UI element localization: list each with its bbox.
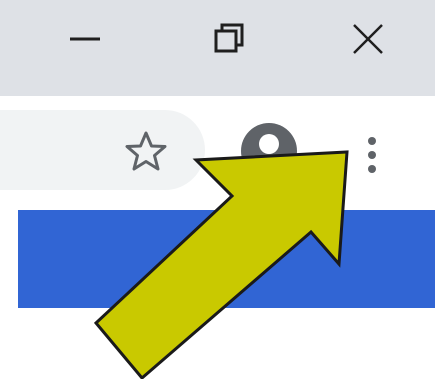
browser-toolbar <box>0 96 435 208</box>
close-button[interactable] <box>308 0 428 78</box>
close-icon <box>353 24 383 54</box>
minimize-button[interactable] <box>25 0 145 78</box>
restore-icon <box>214 23 244 53</box>
star-icon <box>125 131 167 171</box>
more-vert-icon <box>368 137 376 145</box>
profile-button[interactable] <box>238 120 300 182</box>
page-header-band <box>18 210 435 308</box>
minimize-icon <box>70 37 100 41</box>
profile-icon <box>241 123 297 179</box>
browser-menu-button[interactable] <box>350 120 394 190</box>
window-titlebar <box>0 0 435 96</box>
address-bar[interactable] <box>0 110 205 190</box>
restore-button[interactable] <box>168 0 288 78</box>
bookmark-star-button[interactable] <box>122 128 170 176</box>
